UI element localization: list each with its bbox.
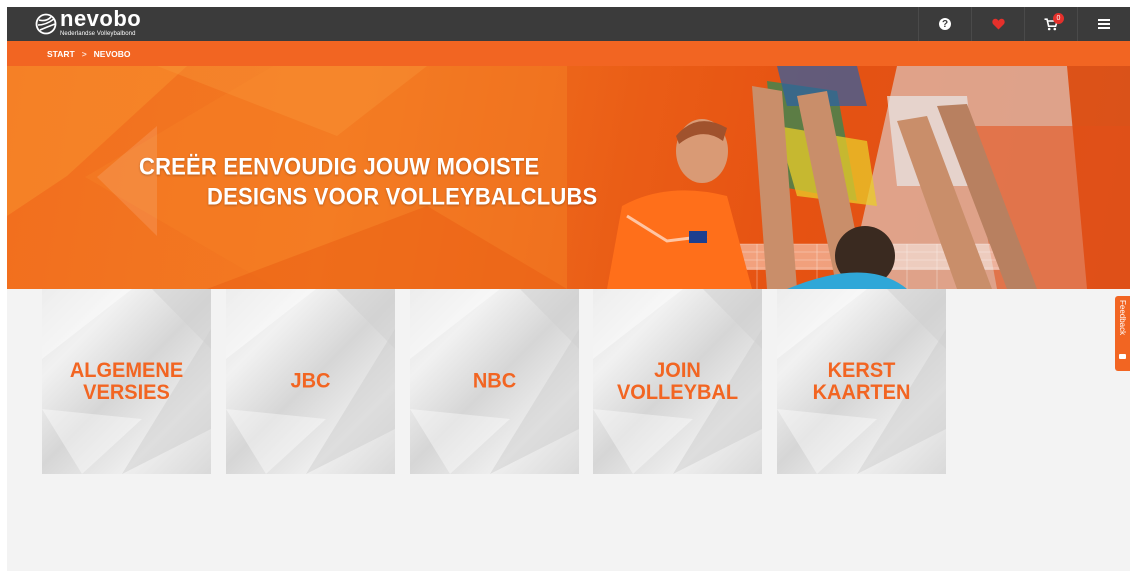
tile-kerst-kaarten[interactable]: KERST KAARTEN [777, 289, 946, 474]
volleyball-logo-icon [35, 13, 57, 35]
menu-icon [1098, 19, 1110, 29]
favorites-button[interactable] [971, 7, 1024, 41]
tile-label: ALGEMENE VERSIES [69, 358, 184, 404]
cart-button[interactable]: 0 [1024, 7, 1077, 41]
heart-icon [991, 18, 1005, 30]
tile-label: JBC [290, 369, 331, 393]
nevobo-logo[interactable]: nevobo Nederlandse Volleybalbond [35, 7, 142, 38]
breadcrumb-separator: > [81, 48, 87, 59]
tile-label: KERST KAARTEN [812, 358, 911, 404]
cart-count-badge: 0 [1053, 13, 1064, 24]
feedback-mail-icon [1119, 354, 1126, 359]
page: nevobo Nederlandse Volleybalbond ? 0 STA… [7, 7, 1130, 571]
top-navigation-bar: nevobo Nederlandse Volleybalbond ? 0 [7, 7, 1130, 41]
tile-nbc[interactable]: NBC [410, 289, 579, 474]
tile-algemene-versies[interactable]: ALGEMENE VERSIES [42, 289, 211, 474]
breadcrumb: START > NEVOBO [7, 41, 1130, 66]
hero-headline-line-2: DESIGNS VOOR VOLLEYBALCLUBS [207, 182, 598, 210]
hero-headline-line-1: CREËR EENVOUDIG JOUW MOOISTE [139, 152, 540, 180]
tile-label: NBC [472, 369, 517, 393]
logo-wordmark: nevobo [60, 7, 142, 31]
help-icon: ? [939, 18, 951, 30]
help-button[interactable]: ? [918, 7, 971, 41]
logo-tagline: Nederlandse Volleybalbond [60, 31, 136, 37]
tile-jbc[interactable]: JBC [226, 289, 395, 474]
feedback-label: Feedback [1118, 300, 1127, 336]
hero-banner: CREËR EENVOUDIG JOUW MOOISTE DESIGNS VOO… [7, 66, 1130, 289]
tile-label: JOIN VOLLEYBAL [616, 358, 739, 404]
menu-button[interactable] [1077, 7, 1130, 41]
breadcrumb-current: NEVOBO [93, 48, 131, 59]
feedback-tab[interactable]: Feedback [1115, 296, 1130, 371]
breadcrumb-start-link[interactable]: START [47, 49, 75, 59]
tile-join-volleybal[interactable]: JOIN VOLLEYBAL [593, 289, 762, 474]
